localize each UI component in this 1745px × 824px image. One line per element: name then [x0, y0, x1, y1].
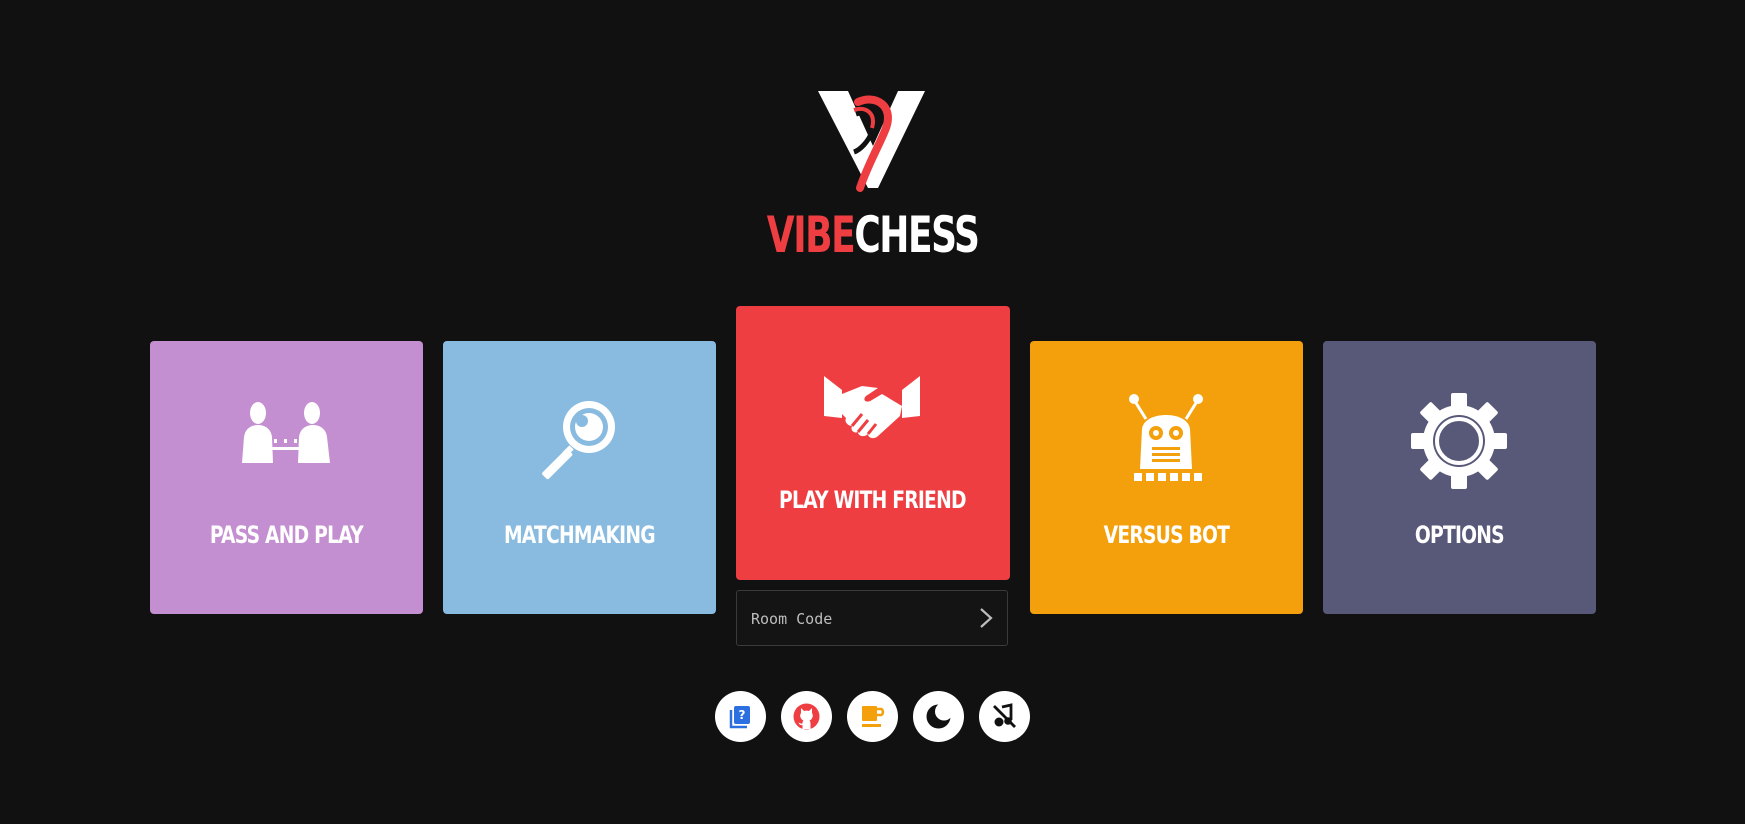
play-with-friend-tile[interactable]: PLAY WITH FRIEND	[736, 306, 1010, 580]
help-button[interactable]: ?	[715, 691, 766, 742]
play-with-friend-label: PLAY WITH FRIEND	[779, 486, 966, 514]
dark-mode-button[interactable]	[913, 691, 964, 742]
help-book-icon: ?	[729, 706, 750, 729]
handshake-icon	[824, 376, 920, 439]
matchmaking-tile[interactable]: MATCHMAKING	[443, 341, 716, 614]
dark-mode-moon-icon	[926, 703, 952, 729]
footer-buttons: ?	[715, 691, 1035, 743]
brand-word-vibe: VIBE	[766, 206, 856, 264]
versus-bot-tile[interactable]: VERSUS BOT	[1030, 341, 1303, 614]
vibechess-logo-icon	[818, 91, 925, 192]
magnifier-icon	[542, 401, 615, 480]
coffee-button[interactable]	[847, 691, 898, 742]
robot-icon	[1129, 394, 1203, 481]
brand-wordmark: VIBECHESS	[244, 205, 1500, 265]
coffee-cup-icon	[862, 706, 885, 727]
sound-toggle-button[interactable]	[979, 691, 1030, 742]
sound-off-icon	[993, 703, 1016, 728]
pass-and-play-icon	[242, 402, 330, 463]
pass-and-play-tile[interactable]: PASS AND PLAY	[150, 341, 423, 614]
chevron-right-icon[interactable]	[973, 606, 997, 630]
brand-word-chess: CHESS	[854, 206, 980, 264]
room-code-input[interactable]	[749, 591, 963, 647]
github-button[interactable]	[781, 691, 832, 742]
versus-bot-label: VERSUS BOT	[1103, 521, 1230, 549]
options-tile[interactable]: OPTIONS	[1323, 341, 1596, 614]
options-label: OPTIONS	[1414, 521, 1505, 549]
matchmaking-label: MATCHMAKING	[503, 521, 656, 549]
gear-icon	[1411, 393, 1507, 489]
svg-text:?: ?	[739, 708, 746, 722]
pass-and-play-label: PASS AND PLAY	[209, 521, 364, 549]
room-code-box	[736, 590, 1008, 647]
main-menu: VIBECHESS PASS AND PLAY MATCHMAKING PLAY…	[0, 0, 1745, 824]
github-icon	[793, 703, 820, 730]
